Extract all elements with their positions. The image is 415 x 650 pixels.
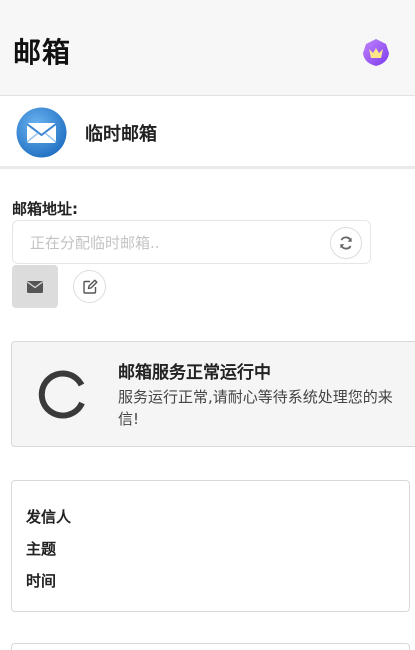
status-description: 服务运行正常,请耐心等待系统处理您的来信!	[118, 388, 393, 428]
vip-badge-icon[interactable]	[360, 36, 392, 68]
edit-icon	[82, 279, 97, 294]
refresh-icon	[340, 236, 352, 250]
envelope-icon	[27, 280, 43, 293]
app-name: 临时邮箱	[85, 124, 157, 145]
refresh-button[interactable]	[330, 227, 362, 259]
subject-label: 主题	[26, 540, 57, 558]
inbox-button[interactable]	[12, 265, 58, 308]
edit-address-button[interactable]	[73, 270, 106, 303]
sender-label: 发信人	[26, 508, 72, 526]
status-title: 邮箱服务正常运行中	[118, 363, 271, 383]
address-input[interactable]	[30, 232, 320, 254]
app-header-row: 临时邮箱	[0, 97, 415, 169]
loading-spinner-icon	[38, 370, 85, 419]
time-label: 时间	[26, 572, 57, 590]
address-label: 邮箱地址:	[12, 200, 78, 218]
page-title: 邮箱	[13, 36, 72, 69]
service-status-card: 邮箱服务正常运行中 服务运行正常,请耐心等待系统处理您的来信!	[11, 341, 415, 447]
address-field	[12, 220, 371, 264]
top-bar: 邮箱	[0, 0, 415, 96]
envelope-icon	[16, 107, 67, 158]
mail-detail-card: 发信人 主题 时间	[11, 480, 410, 612]
mail-content-card	[11, 643, 410, 650]
